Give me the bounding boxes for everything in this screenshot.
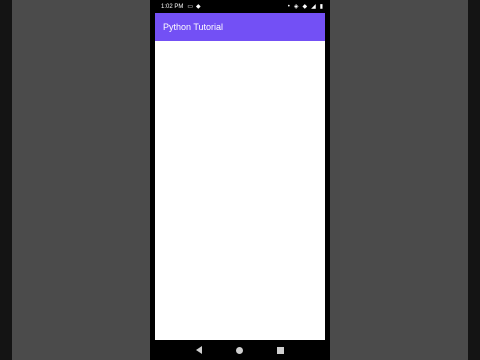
wifi-icon: ◆ <box>196 3 201 10</box>
battery-icon: ▮ <box>319 3 323 10</box>
recents-icon[interactable] <box>277 346 284 354</box>
wifi-icon: ◆ <box>302 3 308 10</box>
status-left-icons: ▭ ◆ <box>187 4 200 10</box>
signal-dot-icon: • <box>287 3 290 10</box>
left-letterbox <box>0 0 12 360</box>
main-content <box>155 41 325 340</box>
vibrate-icon: ◈ <box>293 3 299 10</box>
right-letterbox <box>468 0 480 360</box>
app-title: Python Tutorial <box>163 22 224 32</box>
phone-screen: 1:02 PM ▭ ◆ • ◈ ◆ ◢ ▮ Python Tutorial <box>150 0 330 360</box>
back-icon[interactable] <box>196 346 202 354</box>
app-bar: Python Tutorial <box>155 13 325 41</box>
status-time: 1:02 PM <box>161 3 184 10</box>
signal-icon: ◢ <box>311 3 316 10</box>
home-icon[interactable] <box>236 346 243 354</box>
camera-icon: ▭ <box>187 3 194 10</box>
status-right-icons: • ◈ ◆ ◢ ▮ <box>288 4 323 10</box>
navigation-bar <box>150 340 330 360</box>
status-bar: 1:02 PM ▭ ◆ • ◈ ◆ ◢ ▮ <box>150 0 330 13</box>
